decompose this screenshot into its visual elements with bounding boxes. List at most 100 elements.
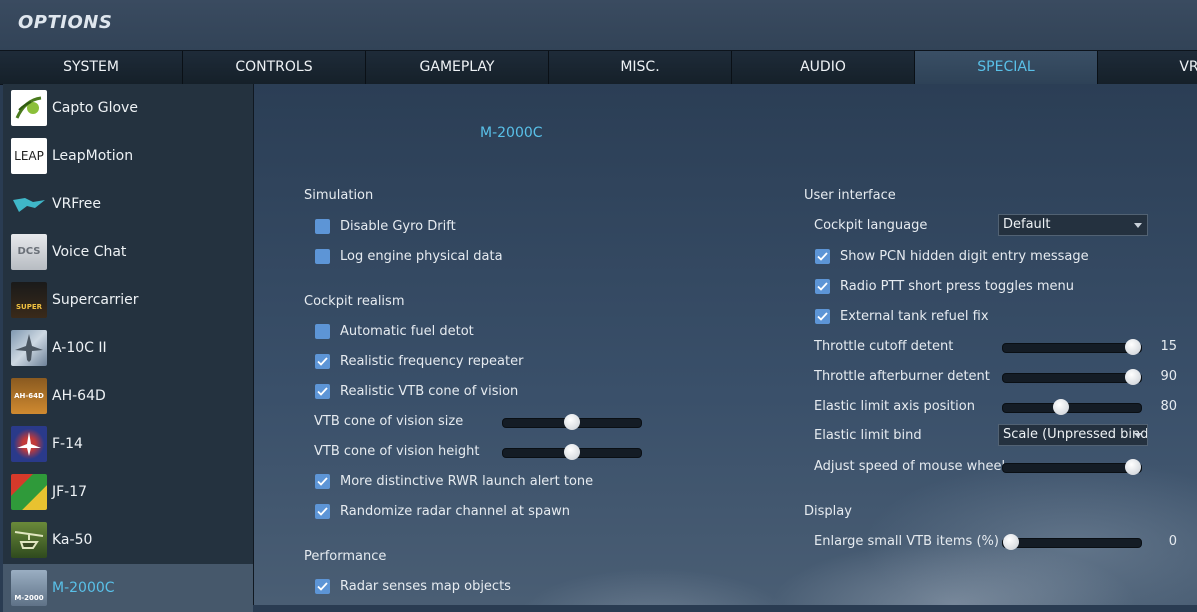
tab-controls[interactable]: CONTROLS — [183, 51, 366, 84]
sidebar-item-label: AH-64D — [52, 388, 106, 404]
option-label: VTB cone of vision size — [314, 414, 464, 429]
checkmark-icon — [317, 387, 328, 396]
sidebar-item-ka50[interactable]: Ka-50 — [3, 516, 253, 564]
option-label: Throttle afterburner detent — [814, 369, 990, 384]
checkmark-icon — [317, 582, 328, 591]
sidebar-item-capto-glove[interactable]: Capto Glove — [3, 84, 253, 132]
option-label: Radio PTT short press toggles menu — [840, 279, 1075, 294]
disable-gyro-drift-checkbox[interactable] — [315, 219, 330, 234]
sidebar-item-a10c[interactable]: A-10C II — [3, 324, 253, 372]
tab-special[interactable]: SPECIAL — [915, 51, 1098, 84]
vtb-cone-size-slider[interactable] — [502, 414, 642, 430]
slider-thumb[interactable] — [564, 444, 580, 460]
auto-fuel-detot-checkbox[interactable] — [315, 324, 330, 339]
sidebar: Capto Glove LEAP LeapMotion VRFree DCS V… — [3, 84, 254, 612]
sidebar-item-f14[interactable]: F-14 — [3, 420, 253, 468]
vtb-cone-checkbox[interactable] — [315, 384, 330, 399]
sidebar-item-leapmotion[interactable]: LEAP LeapMotion — [3, 132, 253, 180]
sidebar-item-label: A-10C II — [52, 340, 107, 356]
module-title: M-2000C — [480, 125, 543, 141]
chevron-down-icon — [1134, 433, 1142, 438]
radio-ptt-checkbox[interactable] — [815, 279, 830, 294]
tab-system[interactable]: SYSTEM — [0, 51, 183, 84]
throttle-cutoff-option: Throttle cutoff detent 15 — [814, 336, 1184, 358]
dropdown-value: Default — [1003, 217, 1051, 232]
checkmark-icon — [317, 477, 328, 486]
option-label: Realistic frequency repeater — [340, 354, 524, 369]
option-label: Adjust speed of mouse wheel — [814, 459, 1006, 474]
elastic-bind-option: Elastic limit bind Scale (Unpressed bind — [814, 424, 1154, 447]
ka50-icon — [11, 522, 47, 558]
checkmark-icon — [317, 357, 328, 366]
slider-thumb[interactable] — [1125, 459, 1141, 475]
log-engine-checkbox[interactable] — [315, 249, 330, 264]
slider-thumb[interactable] — [1125, 369, 1141, 385]
enlarge-vtb-slider[interactable] — [1002, 534, 1142, 550]
vtb-cone-height-option: VTB cone of vision height — [314, 441, 654, 463]
vtb-cone-height-slider[interactable] — [502, 444, 642, 460]
capto-glove-icon — [11, 90, 47, 126]
option-label: Elastic limit bind — [814, 428, 922, 443]
sidebar-item-label: Capto Glove — [52, 100, 138, 116]
throttle-ab-slider[interactable] — [1002, 369, 1142, 385]
sidebar-item-vrfree[interactable]: VRFree — [3, 180, 253, 228]
pcn-message-checkbox[interactable] — [815, 249, 830, 264]
slider-thumb[interactable] — [564, 414, 580, 430]
throttle-ab-option: Throttle afterburner detent 90 — [814, 366, 1184, 388]
elastic-axis-slider[interactable] — [1002, 399, 1142, 415]
enlarge-vtb-option: Enlarge small VTB items (%) 0 — [814, 531, 1184, 553]
option-label: Disable Gyro Drift — [340, 219, 456, 234]
sidebar-item-label: F-14 — [52, 436, 83, 452]
vrfree-icon — [11, 186, 47, 222]
sidebar-item-label: VRFree — [52, 196, 102, 212]
mouse-wheel-slider[interactable] — [1002, 459, 1142, 475]
title-bar: OPTIONS — [0, 0, 1197, 50]
tab-misc[interactable]: MISC. — [549, 51, 732, 84]
option-label: Automatic fuel detot — [340, 324, 474, 339]
elastic-bind-dropdown[interactable]: Scale (Unpressed bind — [998, 424, 1148, 446]
tab-gameplay[interactable]: GAMEPLAY — [366, 51, 549, 84]
section-performance: Performance — [304, 549, 387, 564]
option-label: Throttle cutoff detent — [814, 339, 954, 354]
sidebar-item-label: Ka-50 — [52, 532, 93, 548]
section-cockpit-realism: Cockpit realism — [304, 294, 405, 309]
checkmark-icon — [817, 252, 828, 261]
sidebar-item-label: Supercarrier — [52, 292, 139, 308]
ah64d-icon: AH-64D — [11, 378, 47, 414]
sidebar-item-jf17[interactable]: JF-17 — [3, 468, 253, 516]
tab-vr[interactable]: VR — [1098, 51, 1197, 84]
f14-icon — [11, 426, 47, 462]
cockpit-language-option: Cockpit language Default — [814, 214, 1154, 237]
freq-repeater-checkbox[interactable] — [315, 354, 330, 369]
rwr-tone-checkbox[interactable] — [315, 474, 330, 489]
slider-value: 0 — [1168, 534, 1177, 549]
chevron-down-icon — [1134, 223, 1142, 228]
supercarrier-icon: SUPER — [11, 282, 47, 318]
cockpit-language-dropdown[interactable]: Default — [998, 214, 1148, 236]
checkmark-icon — [317, 507, 328, 516]
sidebar-item-label: JF-17 — [52, 484, 88, 500]
checkmark-icon — [817, 312, 828, 321]
slider-value: 15 — [1160, 339, 1177, 354]
tank-refuel-checkbox[interactable] — [815, 309, 830, 324]
slider-thumb[interactable] — [1125, 339, 1141, 355]
a10c-icon — [11, 330, 47, 366]
radar-channel-checkbox[interactable] — [315, 504, 330, 519]
slider-thumb[interactable] — [1003, 534, 1019, 550]
throttle-cutoff-slider[interactable] — [1002, 339, 1142, 355]
slider-value: 80 — [1160, 399, 1177, 414]
option-label: Enlarge small VTB items (%) — [814, 534, 999, 549]
tab-audio[interactable]: AUDIO — [732, 51, 915, 84]
sidebar-item-ah64d[interactable]: AH-64D AH-64D — [3, 372, 253, 420]
leapmotion-icon: LEAP — [11, 138, 47, 174]
slider-thumb[interactable] — [1053, 399, 1070, 415]
sidebar-item-supercarrier[interactable]: SUPER Supercarrier — [3, 276, 253, 324]
option-label: Realistic VTB cone of vision — [340, 384, 519, 399]
sidebar-item-voice-chat[interactable]: DCS Voice Chat — [3, 228, 253, 276]
radar-map-checkbox[interactable] — [315, 579, 330, 594]
tab-bar: SYSTEM CONTROLS GAMEPLAY MISC. AUDIO SPE… — [0, 50, 1197, 85]
option-label: Cockpit language — [814, 218, 928, 233]
option-label: Randomize radar channel at spawn — [340, 504, 571, 519]
option-label: VTB cone of vision height — [314, 444, 480, 459]
option-label: Log engine physical data — [340, 249, 503, 264]
